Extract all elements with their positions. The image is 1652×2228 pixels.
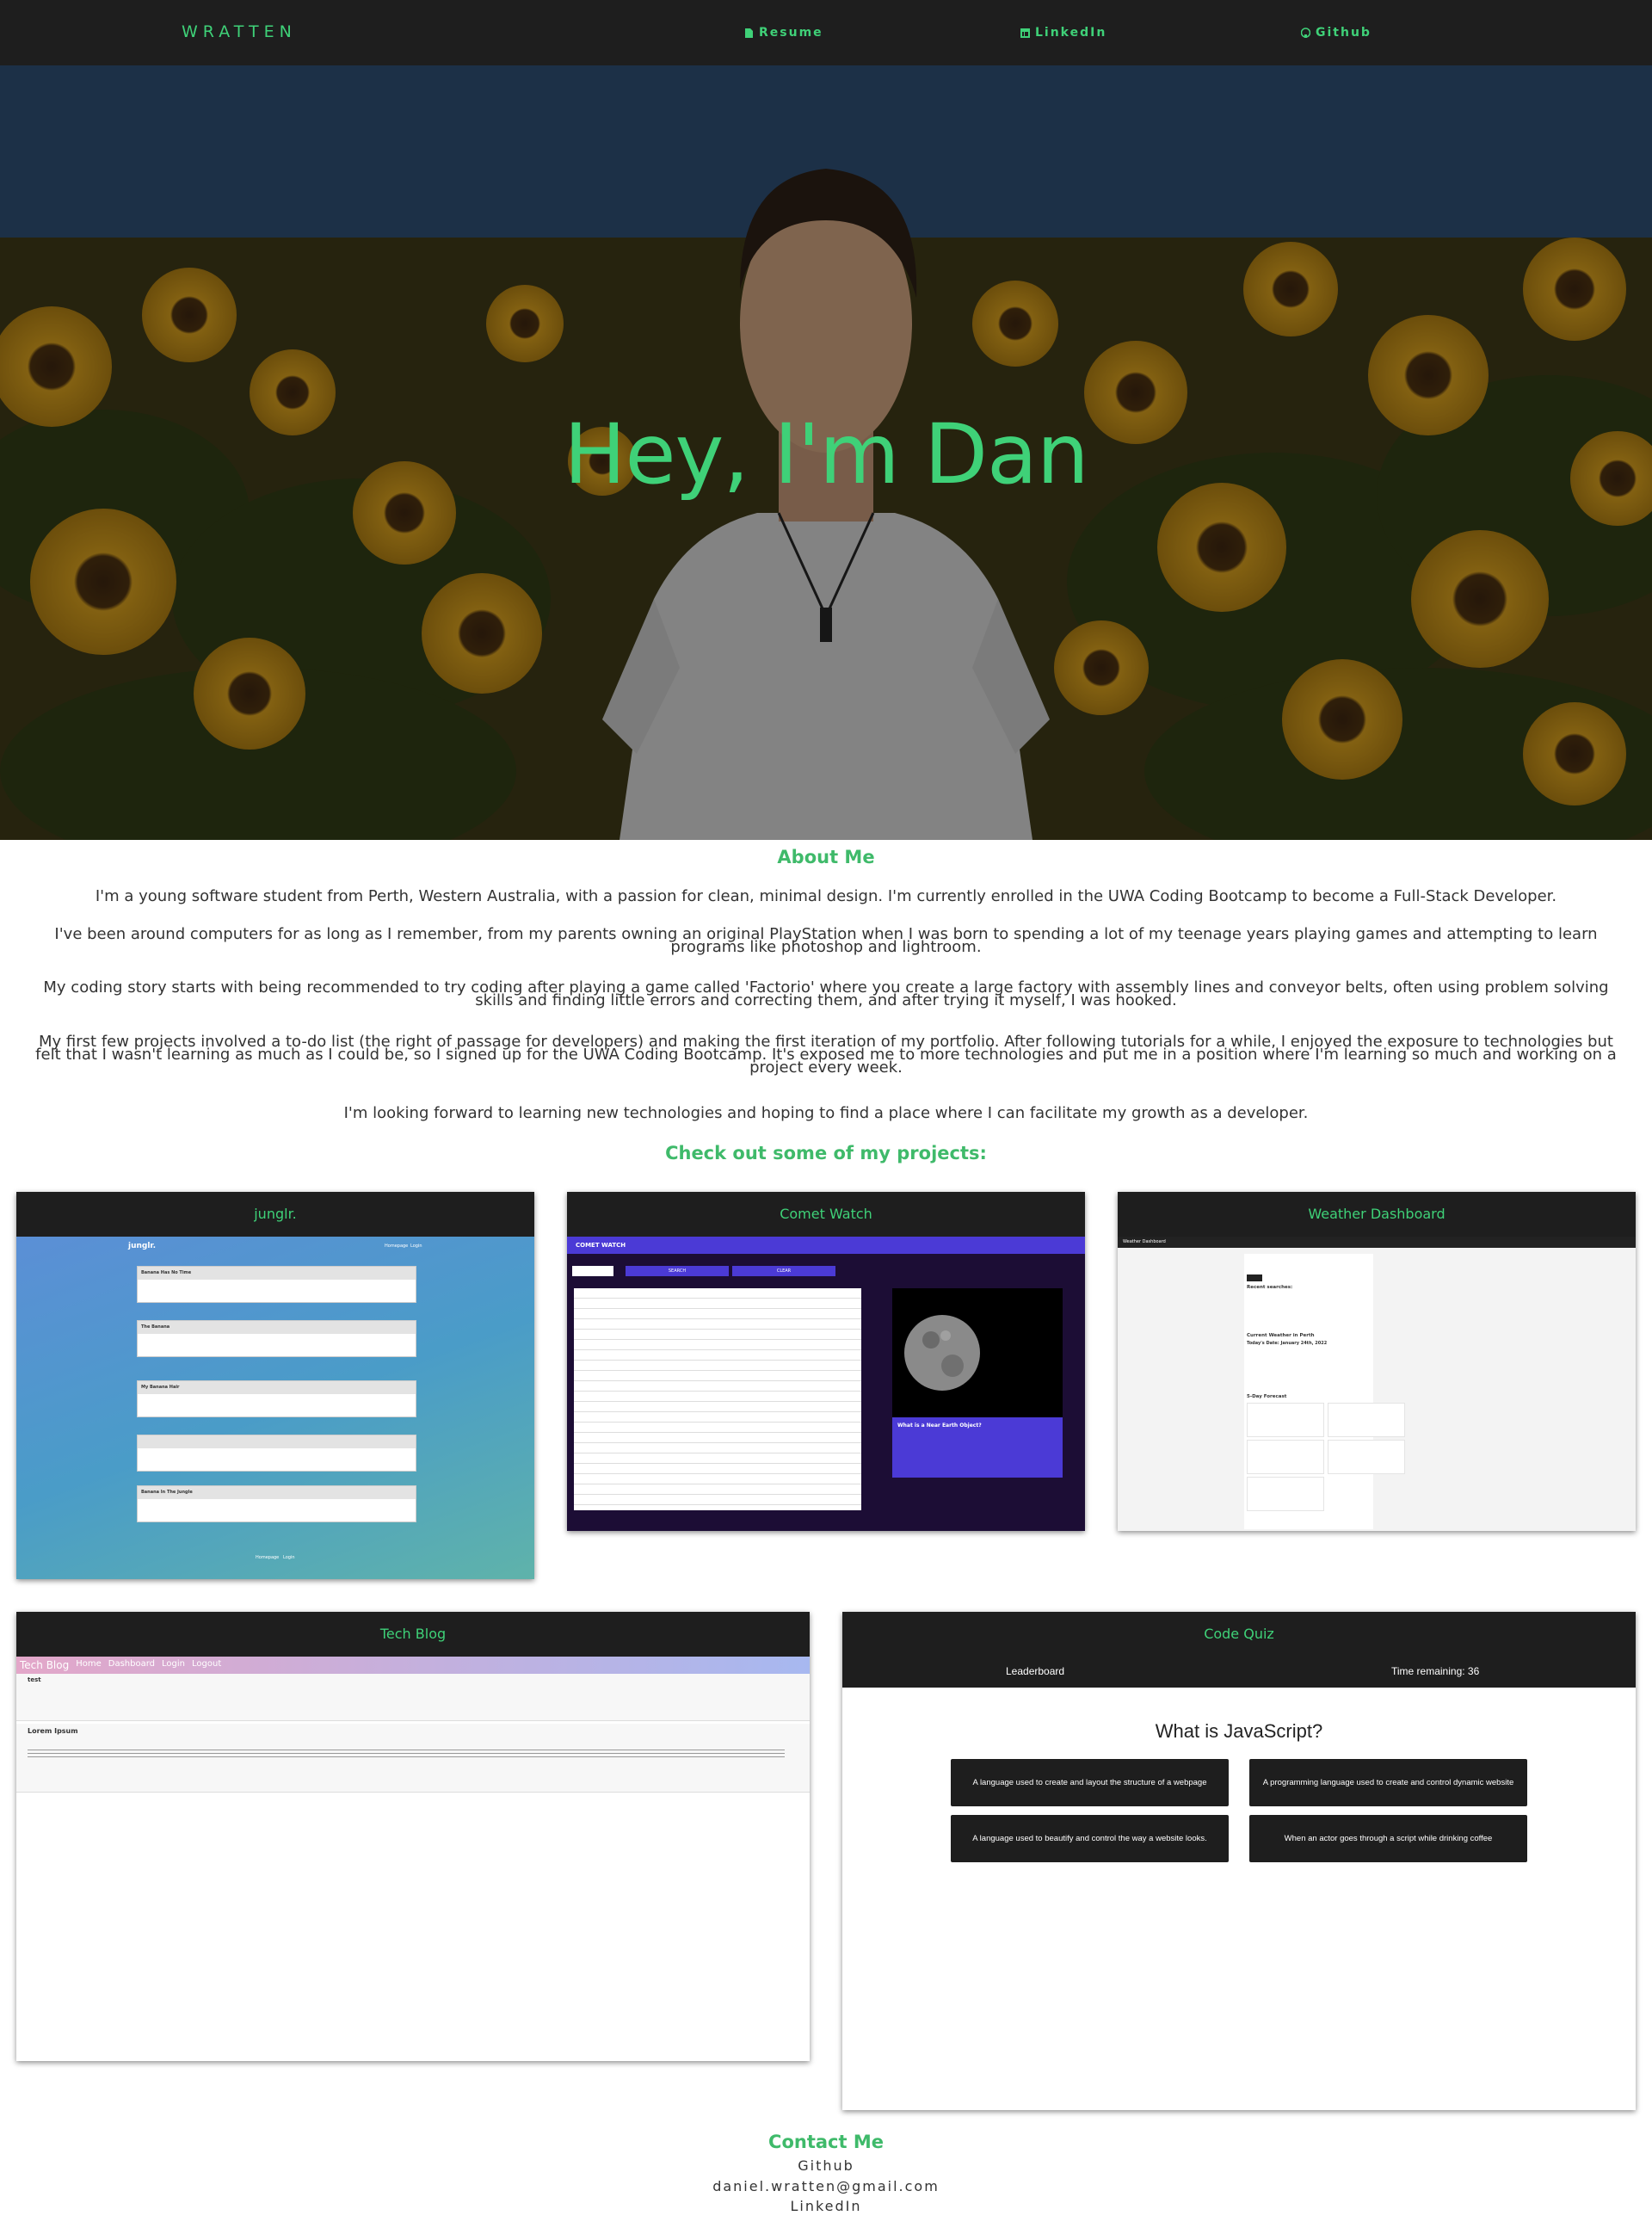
- linkedin-icon: [1020, 28, 1030, 38]
- blog-brand: Tech Blog: [20, 1659, 70, 1671]
- quiz-leaderboard: Leaderboard: [1006, 1665, 1065, 1677]
- quiz-question: What is JavaScript?: [1155, 1720, 1323, 1742]
- card-title: Code Quiz: [842, 1612, 1636, 1657]
- moon-icon: [904, 1315, 980, 1391]
- comet-search-button: SEARCH: [626, 1266, 729, 1276]
- weather-forecast-label: 5-Day Forecast: [1247, 1394, 1287, 1399]
- weather-recent-label: Recent searches:: [1247, 1285, 1293, 1290]
- blog-post: test: [16, 1674, 810, 1721]
- comet-info-panel: What is a Near Earth Object?: [892, 1417, 1063, 1478]
- comet-date-input: [572, 1266, 613, 1276]
- card-title: Weather Dashboard: [1118, 1192, 1636, 1237]
- nav-link-resume[interactable]: Resume: [744, 26, 823, 40]
- forecast-card: [1247, 1477, 1324, 1511]
- contact-email-link[interactable]: daniel.wratten@gmail.com: [0, 2178, 1652, 2194]
- project-card-junglr[interactable]: junglr. junglr. Homepage Login Banana Ha…: [16, 1192, 534, 1579]
- quiz-answer-button: A programming language used to create an…: [1249, 1759, 1527, 1835]
- blog-nav-dashboard: Dashboard: [108, 1659, 156, 1669]
- weather-date: Today's Date: January 24th, 2022: [1247, 1341, 1328, 1346]
- weather-screenshot: Weather Dashboard Recent searches: Curre…: [1118, 1237, 1636, 1531]
- blog-post: Lorem Ipsum: [16, 1724, 810, 1793]
- about-heading: About Me: [777, 847, 875, 867]
- junglr-app-brand: junglr.: [128, 1242, 157, 1250]
- junglr-footer-homepage: Homepage: [256, 1555, 280, 1560]
- tech-blog-screenshot: Tech Blog Home Dashboard Login Logout te…: [16, 1657, 810, 2061]
- about-paragraph: My first few projects involved a to-do l…: [35, 1033, 1617, 1077]
- comet-app-header: COMET WATCH: [567, 1237, 1085, 1254]
- card-title: junglr.: [16, 1192, 534, 1237]
- blog-post-body: [28, 1750, 785, 1760]
- hero-banner: Hey, I'm Dan: [0, 65, 1652, 840]
- junglr-nav-homepage: Homepage: [385, 1244, 409, 1249]
- junglr-footer-login: Login: [283, 1555, 295, 1560]
- weather-search-button: [1247, 1274, 1262, 1281]
- blog-nav-home: Home: [76, 1659, 102, 1669]
- contact-github-link[interactable]: Github: [0, 2157, 1652, 2174]
- project-card-weather-dashboard[interactable]: Weather Dashboard Weather Dashboard Rece…: [1118, 1192, 1636, 1531]
- project-card-code-quiz[interactable]: Code Quiz Leaderboard Time remaining: 36…: [842, 1612, 1636, 2110]
- about-paragraph: I've been around computers for as long a…: [54, 925, 1598, 956]
- weather-current-label: Current Weather in Perth: [1247, 1333, 1315, 1338]
- quiz-answer-button: When an actor goes through a script whil…: [1249, 1815, 1527, 1862]
- quiz-top-bar: Leaderboard Time remaining: 36: [842, 1657, 1636, 1688]
- forecast-card: [1328, 1403, 1405, 1437]
- junglr-post: Banana Has No Time: [137, 1266, 416, 1303]
- comet-results-table: [574, 1288, 861, 1510]
- comet-clear-button: CLEAR: [732, 1266, 835, 1276]
- comet-moon-image: [892, 1288, 1063, 1417]
- card-title: Tech Blog: [16, 1612, 810, 1657]
- quiz-answer-button: A language used to create and layout the…: [951, 1759, 1229, 1806]
- github-icon: [1301, 27, 1310, 38]
- project-card-tech-blog[interactable]: Tech Blog Tech Blog Home Dashboard Login…: [16, 1612, 810, 2061]
- project-card-comet-watch[interactable]: Comet Watch COMET WATCH SEARCH CLEAR Wha…: [567, 1192, 1085, 1531]
- quiz-answer-button: A language used to beautify and control …: [951, 1815, 1229, 1862]
- junglr-nav-login: Login: [410, 1244, 422, 1249]
- junglr-post: [137, 1435, 416, 1472]
- top-nav: WRATTEN Resume LinkedIn Github: [0, 0, 1652, 65]
- junglr-screenshot: junglr. Homepage Login Banana Has No Tim…: [16, 1237, 534, 1579]
- about-paragraph: My coding story starts with being recomm…: [43, 978, 1609, 1009]
- junglr-post: Banana In The Jungle: [137, 1485, 416, 1522]
- blog-nav-login: Login: [162, 1659, 185, 1669]
- weather-app-header: Weather Dashboard: [1118, 1237, 1636, 1248]
- about-paragraph: I'm a young software student from Perth,…: [95, 887, 1557, 905]
- contact-linkedin-link[interactable]: LinkedIn: [0, 2198, 1652, 2214]
- projects-heading: Check out some of my projects:: [665, 1143, 987, 1163]
- nav-link-linkedin[interactable]: LinkedIn: [1020, 26, 1106, 40]
- comet-screenshot: COMET WATCH SEARCH CLEAR What is a Near …: [567, 1237, 1085, 1531]
- hero-title: Hey, I'm Dan: [564, 406, 1088, 503]
- forecast-card: [1247, 1440, 1324, 1474]
- nav-link-github[interactable]: Github: [1301, 26, 1372, 40]
- file-icon: [745, 28, 753, 38]
- junglr-post: My Banana Hair: [137, 1380, 416, 1417]
- blog-nav: Tech Blog Home Dashboard Login Logout: [16, 1657, 810, 1674]
- about-paragraph: I'm looking forward to learning new tech…: [343, 1104, 1309, 1122]
- forecast-card: [1247, 1403, 1324, 1437]
- quiz-timer: Time remaining: 36: [1391, 1665, 1480, 1677]
- card-title: Comet Watch: [567, 1192, 1085, 1237]
- junglr-post: The Banana: [137, 1320, 416, 1357]
- blog-nav-logout: Logout: [192, 1659, 222, 1669]
- contact-heading: Contact Me: [768, 2132, 884, 2152]
- brand-logo[interactable]: WRATTEN: [182, 22, 297, 41]
- forecast-card: [1328, 1440, 1405, 1474]
